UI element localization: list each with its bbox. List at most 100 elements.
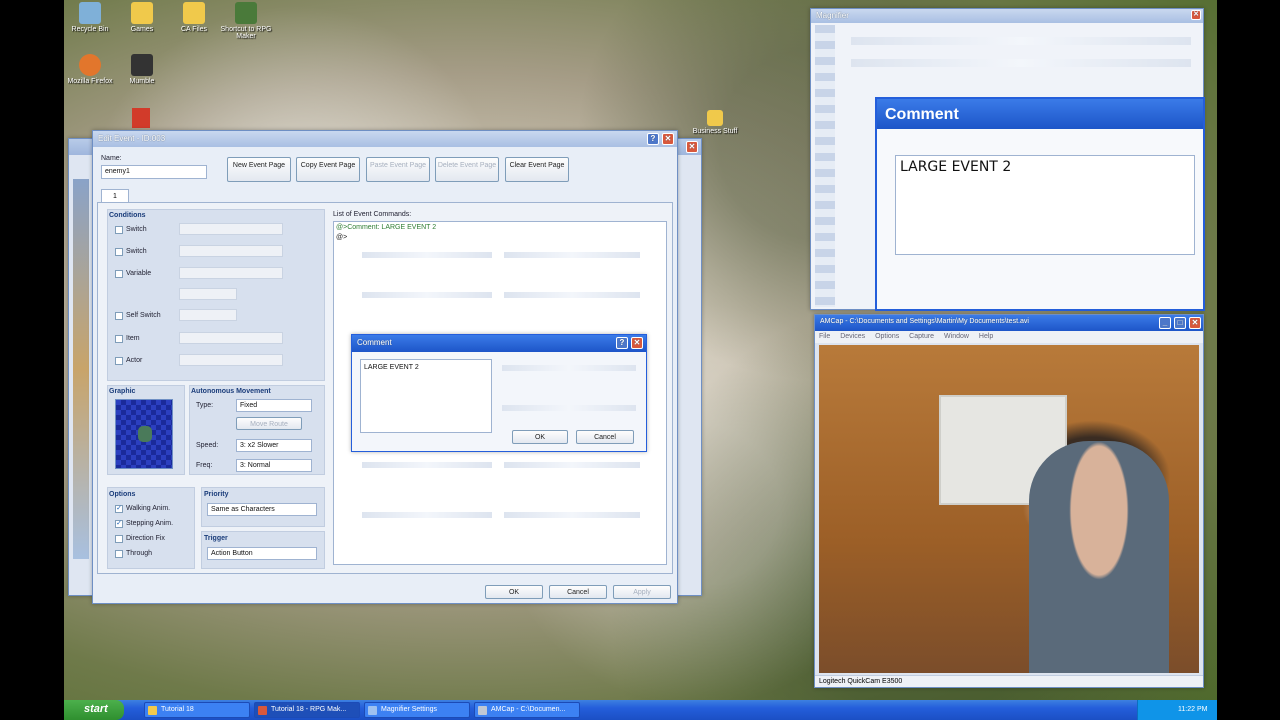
firefox-icon [79, 54, 101, 76]
menu-capture[interactable]: Capture [909, 333, 934, 340]
desktop-icon-label: Mozilla Firefox [67, 78, 113, 85]
comment-cancel-button[interactable]: Cancel [576, 430, 634, 444]
command-line-comment[interactable]: @>Comment: LARGE EVENT 2 [336, 224, 436, 231]
variable-value-input[interactable] [179, 288, 237, 300]
desktop-icon-label: CA Files [180, 26, 208, 33]
maximize-icon[interactable]: □ [1174, 317, 1186, 329]
shortcut-icon [235, 2, 257, 24]
magnified-comment-text: LARGE EVENT 2 [895, 155, 1195, 255]
walking-anim-checkbox[interactable]: ✓ [115, 505, 123, 513]
menu-devices[interactable]: Devices [840, 333, 865, 340]
cancel-button[interactable]: Cancel [549, 585, 607, 599]
stepping-anim-checkbox[interactable]: ✓ [115, 520, 123, 528]
pdf-file-icon[interactable] [132, 108, 150, 128]
taskbar-item-rpg-maker[interactable]: Tutorial 18 - RPG Mak... [254, 702, 360, 718]
folder-icon [707, 110, 723, 126]
ca-files-folder-icon[interactable]: CA Files [168, 2, 220, 33]
movement-freq-select[interactable]: 3: Normal [236, 459, 312, 472]
start-label: start [84, 703, 108, 715]
games-folder-icon[interactable]: Games [116, 2, 168, 33]
mumble-desktop-icon[interactable]: Mumble [116, 54, 168, 85]
movement-speed-select[interactable]: 3: x2 Slower [236, 439, 312, 452]
priority-select[interactable]: Same as Characters [207, 503, 317, 516]
switch2-checkbox[interactable] [115, 248, 123, 256]
tab-page-1[interactable]: 1 [101, 189, 129, 203]
firefox-desktop-icon[interactable]: Mozilla Firefox [64, 54, 116, 85]
apply-button[interactable]: Apply [613, 585, 671, 599]
paste-event-page-button[interactable]: Paste Event Page [366, 157, 430, 182]
taskbar-item-magnifier[interactable]: Magnifier Settings [364, 702, 470, 718]
item-select[interactable] [179, 332, 283, 344]
ghost-artifact [362, 462, 492, 468]
through-checkbox[interactable] [115, 550, 123, 558]
tray-clock: 11:22 PM [1178, 706, 1208, 713]
event-graphic-preview[interactable] [115, 399, 173, 469]
menu-help[interactable]: Help [979, 333, 993, 340]
close-icon[interactable]: ✕ [631, 337, 643, 349]
desktop-icon-label: Shortcut to RPG Maker [220, 26, 272, 40]
taskbar: start Tutorial 18 Tutorial 18 - RPG Mak.… [64, 700, 1217, 720]
variable-select[interactable] [179, 267, 283, 279]
actor-checkbox[interactable] [115, 357, 123, 365]
item-checkbox[interactable] [115, 335, 123, 343]
help-icon[interactable]: ? [616, 337, 628, 349]
option-label: Walking Anim. [126, 505, 171, 512]
name-label: Name: [101, 155, 122, 162]
window-title: Magnifier [816, 11, 849, 20]
new-event-page-button[interactable]: New Event Page [227, 157, 291, 182]
variable-checkbox[interactable] [115, 270, 123, 278]
menu-options[interactable]: Options [875, 333, 899, 340]
close-icon[interactable]: ✕ [1191, 10, 1201, 20]
business-stuff-folder-icon[interactable]: Business Stuff [689, 110, 741, 135]
switch1-select[interactable] [179, 223, 283, 235]
comment-dialog: Comment ? ✕ LARGE EVENT 2 OK Cancel [351, 334, 647, 452]
switch1-checkbox[interactable] [115, 226, 123, 234]
edit-event-titlebar: Edit Event - ID:003 ? ✕ [93, 131, 677, 147]
recycle-bin-icon[interactable]: Recycle Bin [64, 2, 116, 33]
trigger-select[interactable]: Action Button [207, 547, 317, 560]
desktop-icon-label: Mumble [129, 78, 155, 85]
taskbar-item-label: AMCap - C:\Documen... [491, 706, 566, 713]
command-line-empty[interactable]: @> [336, 234, 347, 241]
movement-type-select[interactable]: Fixed [236, 399, 312, 412]
option-label: Through [126, 550, 153, 557]
menu-window[interactable]: Window [944, 333, 969, 340]
webcam-person [1029, 441, 1169, 673]
move-route-button[interactable]: Move Route [236, 417, 302, 430]
switch2-select[interactable] [179, 245, 283, 257]
autonomous-movement-heading: Autonomous Movement [191, 388, 271, 395]
folder-icon [148, 706, 157, 715]
rpg-maker-shortcut-icon[interactable]: Shortcut to RPG Maker [220, 2, 272, 40]
ghost-artifact [851, 37, 1191, 45]
direction-fix-checkbox[interactable] [115, 535, 123, 543]
speed-label: Speed: [196, 442, 219, 449]
minimize-icon[interactable]: _ [1159, 317, 1171, 329]
clear-event-page-button[interactable]: Clear Event Page [505, 157, 569, 182]
event-commands-heading: List of Event Commands: [333, 211, 412, 218]
ghost-artifact [502, 365, 636, 371]
close-icon[interactable]: ✕ [686, 141, 698, 153]
self-switch-checkbox[interactable] [115, 312, 123, 320]
menu-file[interactable]: File [819, 333, 830, 340]
help-icon[interactable]: ? [647, 133, 659, 145]
start-button[interactable]: start [64, 700, 124, 720]
taskbar-item-amcap[interactable]: AMCap - C:\Documen... [474, 702, 580, 718]
condition-label: Actor [126, 357, 143, 364]
copy-event-page-button[interactable]: Copy Event Page [296, 157, 360, 182]
ok-button[interactable]: OK [485, 585, 543, 599]
freq-label: Freq: [196, 462, 213, 469]
amcap-window: AMCap - C:\Documents and Settings\Martin… [814, 314, 1204, 688]
comment-ok-button[interactable]: OK [512, 430, 568, 444]
delete-event-page-button[interactable]: Delete Event Page [435, 157, 499, 182]
close-icon[interactable]: ✕ [1189, 317, 1201, 329]
actor-select[interactable] [179, 354, 283, 366]
comment-text-area[interactable]: LARGE EVENT 2 [360, 359, 492, 433]
character-sprite-icon [138, 426, 152, 442]
close-icon[interactable]: ✕ [662, 133, 674, 145]
camera-icon [478, 706, 487, 715]
dialog-title: Comment [357, 338, 392, 347]
event-name-input[interactable]: enemy1 [101, 165, 207, 179]
taskbar-item-tutorial[interactable]: Tutorial 18 [144, 702, 250, 718]
webcam-preview [819, 345, 1199, 673]
self-switch-select[interactable] [179, 309, 237, 321]
